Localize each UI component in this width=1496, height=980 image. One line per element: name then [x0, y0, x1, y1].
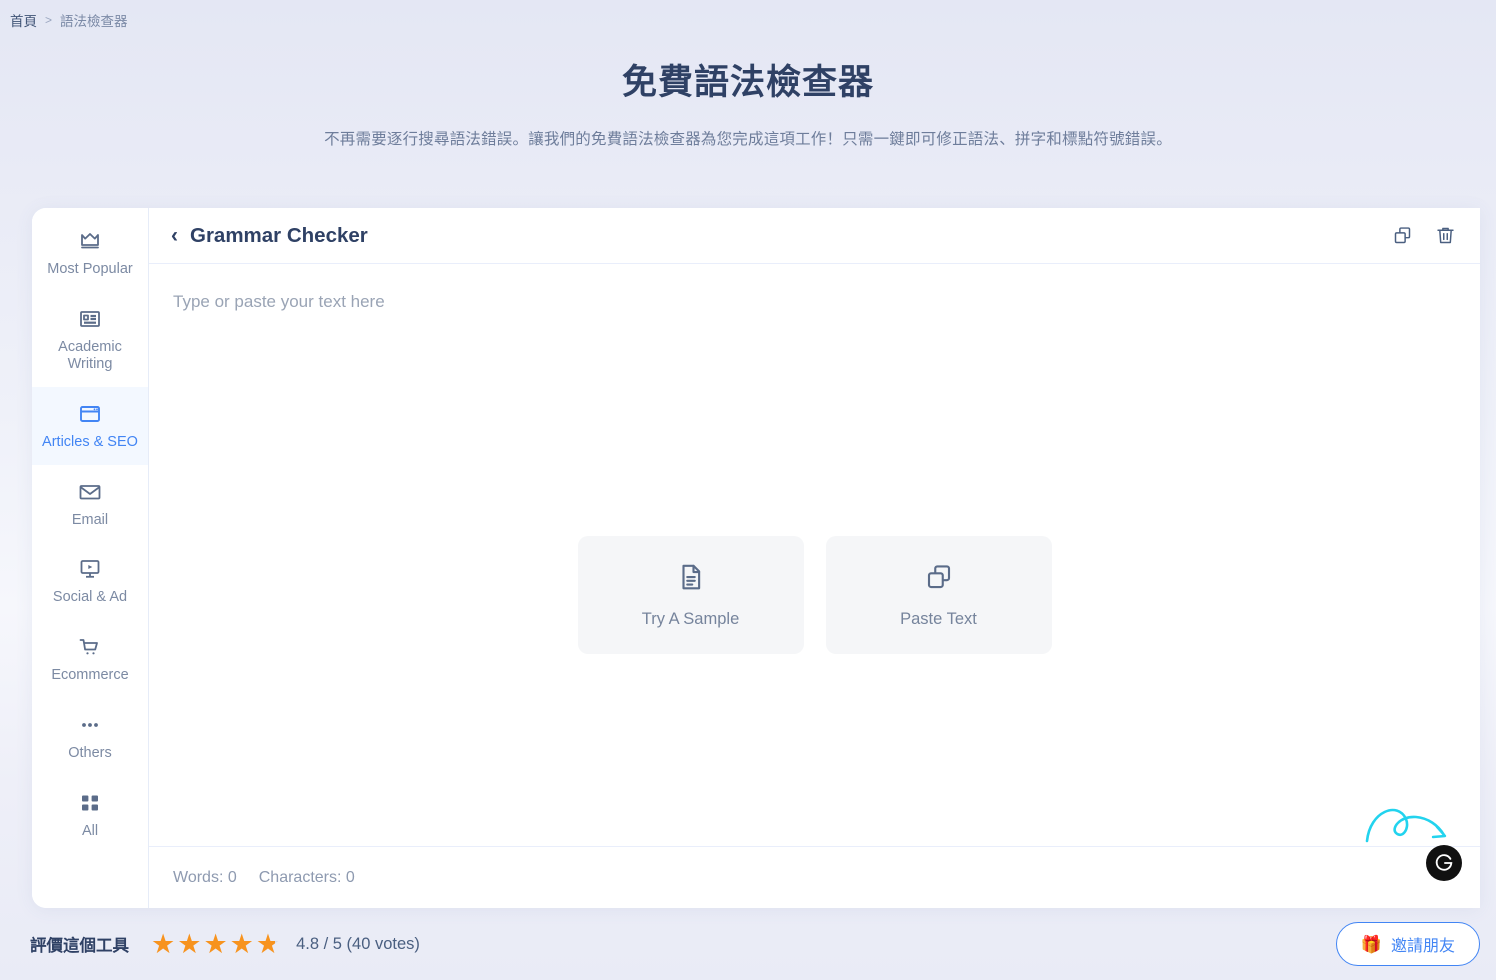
- sidebar-item-email[interactable]: Email: [32, 465, 148, 543]
- crown-icon: [36, 228, 144, 254]
- breadcrumb: 首頁 > 語法檢查器: [0, 0, 1496, 40]
- try-a-sample-label: Try A Sample: [641, 609, 740, 628]
- id-card-icon: [36, 306, 144, 332]
- invite-friends-button[interactable]: 🎁 邀請朋友: [1335, 922, 1480, 966]
- character-count: Characters: 0: [258, 868, 355, 886]
- sidebar-item-most-popular[interactable]: Most Popular: [32, 214, 148, 292]
- breadcrumb-current: 語法檢查器: [60, 14, 128, 29]
- grid-icon: [36, 790, 144, 816]
- copy-icon: [924, 562, 954, 592]
- monitor-play-icon: [36, 556, 144, 582]
- sidebar-item-label: Most Popular: [47, 261, 133, 277]
- paste-text-button[interactable]: Paste Text: [825, 536, 1052, 654]
- sidebar-item-label: Email: [71, 511, 109, 528]
- breadcrumb-home-link[interactable]: 首頁: [10, 10, 37, 30]
- sidebar-item-label: Others: [68, 744, 112, 761]
- star-icon[interactable]: ★: [203, 930, 227, 958]
- rate-tool-label: 評價這個工具: [30, 937, 129, 955]
- star-icon[interactable]: ★: [151, 930, 175, 958]
- hero-section: 免費語法檢查器 不再需要逐行搜尋語法錯誤。讓我們的免費語法檢查器為您完成這項工作…: [0, 40, 1496, 149]
- tool-panel: ‹ Grammar Checker Type or paste your tex…: [149, 208, 1480, 908]
- editor-cta-row: Try A Sample Paste Text: [149, 536, 1480, 654]
- word-count: Words: 0: [173, 868, 237, 886]
- sidebar-item-label: Ecommerce: [51, 667, 129, 684]
- chevron-left-icon[interactable]: ‹: [171, 225, 178, 246]
- sidebar-item-label: All: [81, 822, 99, 839]
- tool-panel-header: ‹ Grammar Checker: [149, 208, 1480, 264]
- browser-window-icon: [36, 401, 144, 427]
- sidebar-item-others[interactable]: Others: [32, 698, 148, 776]
- trash-icon[interactable]: [1435, 225, 1456, 246]
- sidebar-item-label: Articles & SEO: [42, 434, 138, 451]
- rating-bar: 評價這個工具 ★ ★ ★ ★ ★ 4.8 / 5 (40 votes) 🎁 邀請…: [0, 908, 1496, 980]
- star-icon[interactable]: ★: [230, 930, 254, 958]
- grammarly-badge[interactable]: [1426, 845, 1462, 881]
- category-sidebar: Most Popular Academic Writing Articles &…: [32, 208, 149, 908]
- try-a-sample-button[interactable]: Try A Sample: [577, 536, 804, 654]
- invite-friends-label: 邀請朋友: [1390, 938, 1455, 955]
- sidebar-item-articles-seo[interactable]: Articles & SEO: [32, 387, 148, 465]
- page-title: 免費語法檢查器: [621, 63, 874, 102]
- paste-text-label: Paste Text: [900, 609, 977, 628]
- document-icon: [676, 562, 706, 592]
- star-rating[interactable]: ★ ★ ★ ★ ★: [151, 930, 280, 958]
- tool-card: Most Popular Academic Writing Articles &…: [32, 208, 1480, 908]
- sidebar-item-all[interactable]: All: [32, 776, 148, 854]
- sidebar-item-ecommerce[interactable]: Ecommerce: [32, 620, 148, 698]
- header-actions: [1392, 225, 1456, 246]
- tool-title: Grammar Checker: [190, 223, 368, 247]
- star-icon-partial[interactable]: ★: [256, 930, 280, 958]
- copy-icon[interactable]: [1392, 225, 1413, 246]
- sidebar-item-label: Social & Ad: [52, 589, 128, 606]
- page-subtitle: 不再需要逐行搜尋語法錯誤。讓我們的免費語法檢查器為您完成這項工作！只需一鍵即可修…: [324, 131, 1172, 148]
- editor-placeholder: Type or paste your text here: [173, 292, 385, 311]
- text-editor-area[interactable]: Type or paste your text here Try A Sampl…: [149, 264, 1480, 846]
- gift-icon: 🎁: [1360, 934, 1382, 954]
- star-icon[interactable]: ★: [177, 930, 201, 958]
- editor-status-bar: Words: 0 Characters: 0: [149, 808, 1480, 908]
- rating-score-text: 4.8 / 5 (40 votes): [296, 934, 420, 953]
- shopping-cart-icon: [36, 634, 144, 660]
- envelope-icon: [36, 479, 144, 505]
- ellipsis-icon: [36, 712, 144, 738]
- sidebar-item-academic-writing[interactable]: Academic Writing: [32, 292, 148, 387]
- sidebar-item-label: Academic Writing: [58, 338, 122, 373]
- sidebar-item-social-ad[interactable]: Social & Ad: [32, 542, 148, 620]
- breadcrumb-separator: >: [45, 13, 53, 27]
